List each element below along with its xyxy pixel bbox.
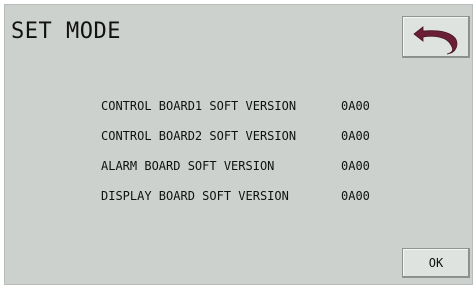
version-row-control-board1: CONTROL BOARD1 SOFT VERSION 0A00 — [101, 91, 421, 121]
version-row-display-board: DISPLAY BOARD SOFT VERSION 0A00 — [101, 181, 421, 211]
version-label: DISPLAY BOARD SOFT VERSION — [101, 189, 289, 203]
back-arrow-icon — [413, 26, 458, 55]
ok-button[interactable]: OK — [402, 248, 470, 278]
version-value: 0A00 — [341, 99, 370, 113]
page-title: SET MODE — [11, 19, 121, 44]
version-value: 0A00 — [341, 159, 370, 173]
version-label: CONTROL BOARD1 SOFT VERSION — [101, 99, 297, 113]
back-button[interactable] — [402, 16, 470, 58]
version-row-alarm-board: ALARM BOARD SOFT VERSION 0A00 — [101, 151, 421, 181]
version-list: CONTROL BOARD1 SOFT VERSION 0A00 CONTROL… — [101, 91, 421, 211]
version-row-control-board2: CONTROL BOARD2 SOFT VERSION 0A00 — [101, 121, 421, 151]
version-label: CONTROL BOARD2 SOFT VERSION — [101, 129, 297, 143]
version-label: ALARM BOARD SOFT VERSION — [101, 159, 275, 173]
screen: SET MODE CONTROL BOARD1 SOFT VERSION 0A0… — [4, 4, 473, 285]
version-value: 0A00 — [341, 189, 370, 203]
version-value: 0A00 — [341, 129, 370, 143]
